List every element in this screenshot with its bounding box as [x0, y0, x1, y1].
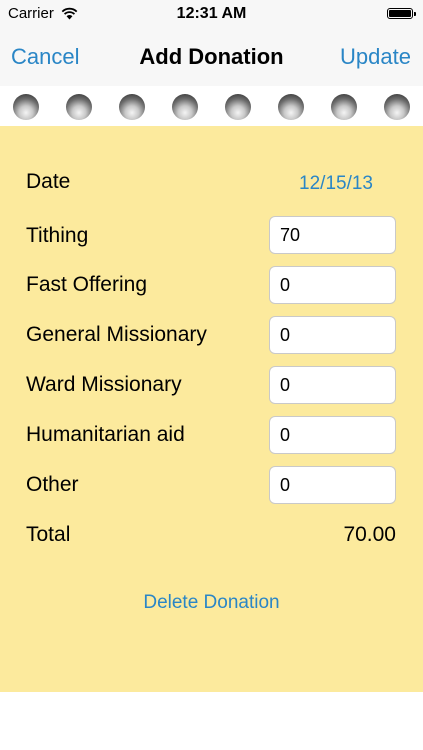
battery-icon — [387, 8, 416, 19]
binder-hole-icon — [225, 94, 251, 120]
fast-offering-label: Fast Offering — [26, 273, 147, 296]
other-label: Other — [26, 473, 79, 496]
date-label: Date — [26, 170, 71, 193]
ward-missionary-input[interactable] — [269, 366, 396, 404]
add-donation-screen: Carrier 12:31 AM Cancel Add Donation Upd… — [0, 0, 423, 750]
update-button[interactable]: Update — [340, 44, 411, 70]
binder-hole-icon — [331, 94, 357, 120]
binder-hole-icon — [13, 94, 39, 120]
delete-donation-button[interactable]: Delete Donation — [0, 592, 423, 614]
general-missionary-input[interactable] — [269, 316, 396, 354]
other-input[interactable] — [269, 466, 396, 504]
humanitarian-aid-label: Humanitarian aid — [26, 423, 185, 446]
status-time: 12:31 AM — [176, 5, 247, 22]
binder-strip — [0, 86, 423, 126]
total-value: 70.00 — [343, 523, 396, 546]
binder-hole-icon — [119, 94, 145, 120]
tithing-input[interactable] — [269, 216, 396, 254]
binder-hole-icon — [384, 94, 410, 120]
ward-missionary-label: Ward Missionary — [26, 373, 182, 396]
binder-hole-icon — [172, 94, 198, 120]
date-picker[interactable]: 12/15/13 — [299, 173, 373, 195]
humanitarian-aid-input[interactable] — [269, 416, 396, 454]
binder-hole-icon — [278, 94, 304, 120]
tithing-label: Tithing — [26, 224, 89, 247]
total-label: Total — [26, 523, 71, 546]
nav-bar: Cancel Add Donation Update — [0, 28, 423, 86]
donation-form: Date 12/15/13 Tithing Fast Offering Gene… — [0, 126, 423, 692]
fast-offering-input[interactable] — [269, 266, 396, 304]
binder-hole-icon — [66, 94, 92, 120]
status-bar: Carrier 12:31 AM — [0, 0, 423, 28]
general-missionary-label: General Missionary — [26, 323, 207, 346]
